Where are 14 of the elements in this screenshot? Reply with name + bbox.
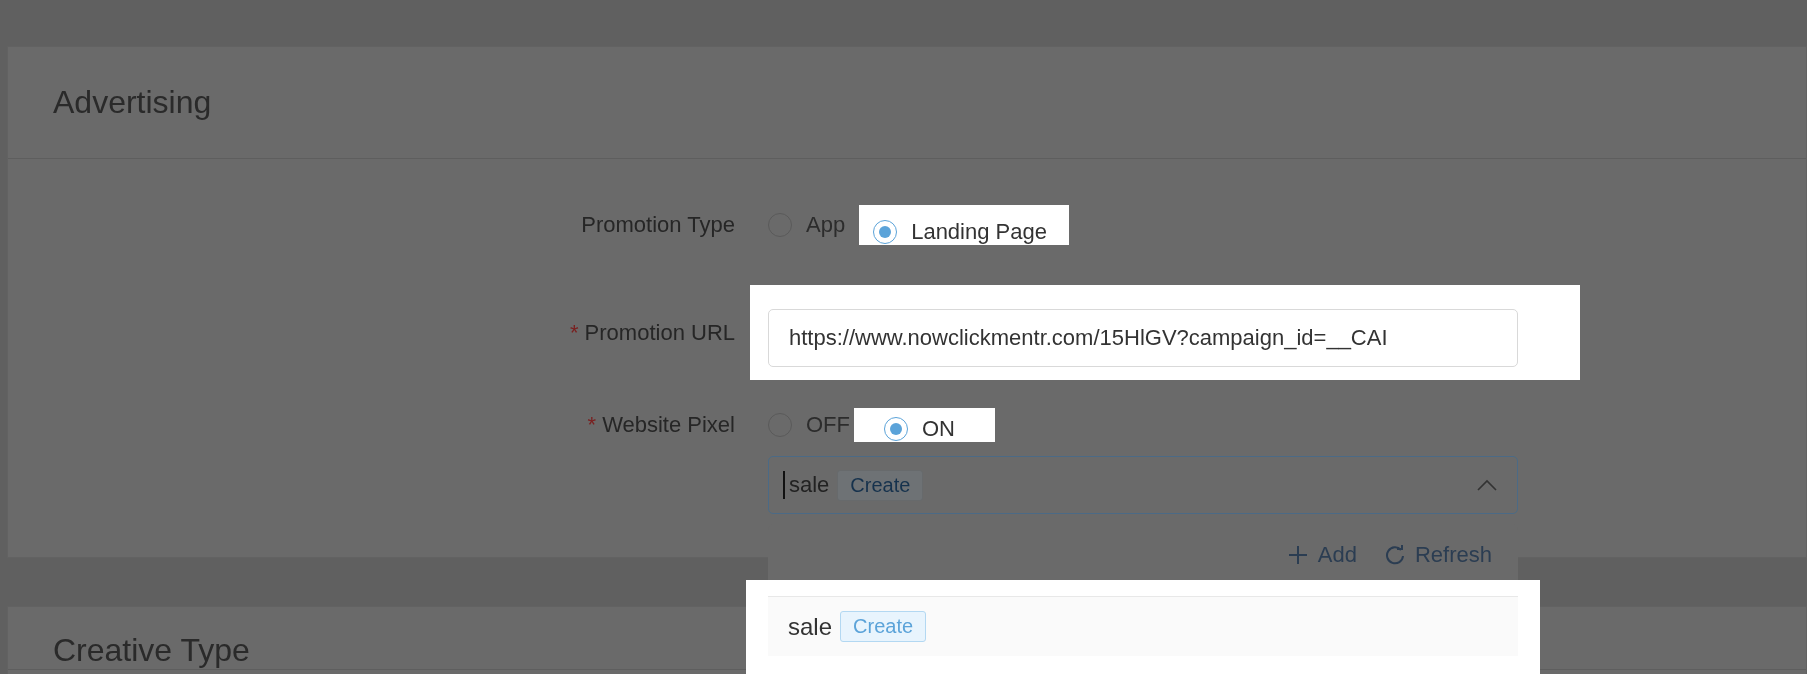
refresh-icon: [1384, 545, 1405, 565]
url-input-field[interactable]: https://www.nowclickmentr.com/15HlGV?campaign_id=__CAI: [768, 308, 1518, 367]
field-label: Promotion Type: [580, 212, 735, 238]
section-title: Creative Type: [53, 632, 250, 669]
field-label: * Website Pixel: [586, 412, 735, 438]
radio-option[interactable]: OFF: [768, 412, 850, 438]
plus-icon: [1287, 545, 1308, 565]
add-button[interactable]: Add: [1287, 542, 1357, 568]
field-label: * Promotion URL: [569, 319, 735, 346]
section-title: Advertising: [53, 84, 212, 121]
radio-option[interactable]: App: [768, 212, 846, 238]
pixel-select-field[interactable]: sale Create: [768, 456, 1518, 514]
refresh-button[interactable]: Refresh: [1384, 542, 1492, 568]
dropdown-option[interactable]: sale Create: [768, 596, 1518, 656]
